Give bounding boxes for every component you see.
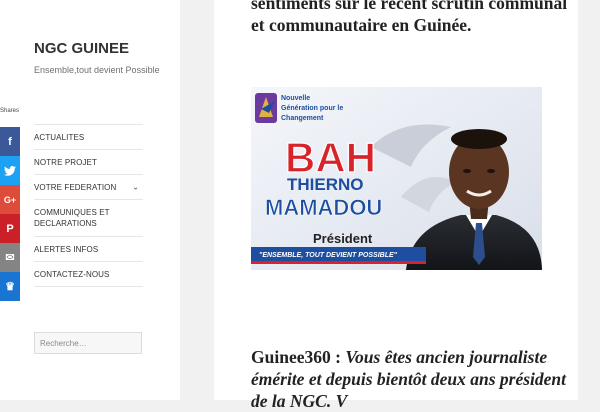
google-plus-icon: G+	[3, 194, 17, 205]
crown-icon: ♛	[5, 281, 15, 293]
nav-item-label: COMMUNIQUES ET DECLARATIONS	[34, 208, 110, 228]
main-navigation: ACTUALITES NOTRE PROJET VOTRE FEDERATION…	[34, 124, 143, 287]
site-description: Ensemble,tout devient Possible	[34, 65, 160, 75]
logo-line-3: Changement	[281, 115, 324, 122]
article-headline: sentiments sur le récent scrutin communa…	[251, 0, 568, 35]
logo-line-1: Nouvelle	[281, 95, 310, 102]
sidebar: NGC GUINEE Ensemble,tout devient Possibl…	[0, 0, 180, 400]
nav-item-communiques[interactable]: COMMUNIQUES ET DECLARATIONS	[34, 200, 143, 237]
nav-item-label: ALERTES INFOS	[34, 244, 99, 254]
share-count-label: Shares	[0, 108, 20, 114]
twitter-icon	[4, 165, 16, 176]
nav-item-label: CONTACTEZ-NOUS	[34, 269, 110, 279]
candidate-name-thierno: THIERNO	[287, 175, 364, 194]
nav-item-actualites[interactable]: ACTUALITES	[34, 125, 143, 150]
nav-item-label: NOTRE PROJET	[34, 157, 97, 167]
google-plus-share-button[interactable]: G+	[0, 185, 20, 214]
nav-item-label: ACTUALITES	[34, 132, 85, 142]
nav-item-label: VOTRE FEDERATION	[34, 182, 117, 192]
content-gutter	[180, 0, 214, 400]
nav-item-notre-projet[interactable]: NOTRE PROJET	[34, 150, 143, 175]
candidate-role: Président	[313, 231, 373, 246]
candidate-name-bah: BAH	[285, 134, 376, 181]
chevron-down-icon[interactable]: ⌄	[132, 183, 139, 192]
site-title[interactable]: NGC GUINEE	[34, 40, 129, 57]
article-panel: sentiments sur le récent scrutin communa…	[214, 0, 578, 411]
page-right-margin	[578, 0, 600, 400]
nav-item-contactez-nous[interactable]: CONTACTEZ-NOUS	[34, 262, 143, 287]
email-icon: ✉	[5, 252, 15, 264]
question-source: Guinee360 :	[251, 347, 341, 367]
candidate-banner-image: Nouvelle Génération pour le Changement B…	[251, 87, 542, 270]
pinterest-share-button[interactable]: P	[0, 214, 20, 243]
banner-graphic: Nouvelle Génération pour le Changement B…	[251, 87, 542, 270]
facebook-icon: f	[8, 135, 12, 148]
facebook-share-button[interactable]: f	[0, 127, 20, 156]
interview-question: Guinee360 : Vous êtes ancien journaliste…	[251, 346, 571, 412]
banner-slogan: "ENSEMBLE, TOUT DEVIENT POSSIBLE"	[259, 252, 398, 259]
nav-item-alertes-infos[interactable]: ALERTES INFOS	[34, 237, 143, 262]
email-share-button[interactable]: ✉	[0, 243, 20, 272]
sumo-share-button[interactable]: ♛	[0, 272, 20, 301]
nav-item-votre-federation[interactable]: VOTRE FEDERATION ⌄	[34, 175, 143, 200]
share-bar: f G+ P ✉ ♛	[0, 127, 20, 301]
search-input[interactable]	[34, 332, 142, 354]
pinterest-icon: P	[6, 222, 14, 235]
twitter-share-button[interactable]	[0, 156, 20, 185]
logo-line-2: Génération pour le	[281, 105, 343, 112]
candidate-name-mamadou: MAMADOU	[265, 195, 382, 220]
ngc-logo	[255, 93, 277, 123]
